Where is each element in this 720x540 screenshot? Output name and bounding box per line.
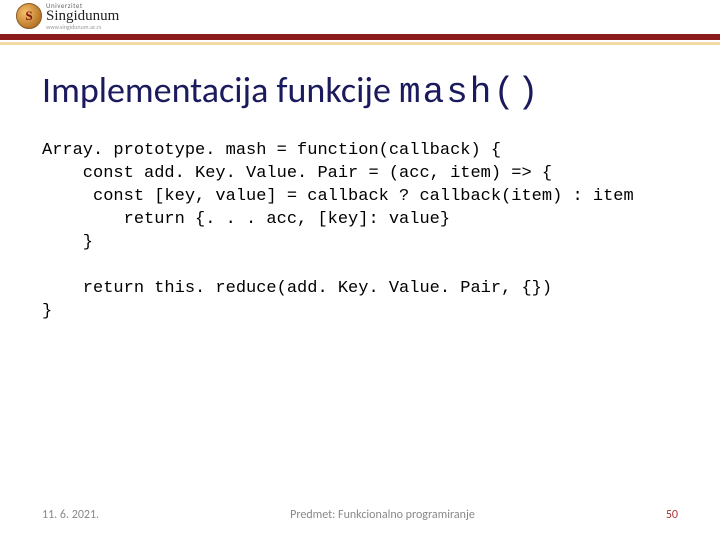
logo-url: www.singidunum.ac.rs	[46, 24, 119, 30]
title-prefix: Implementacija funkcije	[42, 68, 399, 112]
code-block: Array. prototype. mash = function(callba…	[42, 140, 700, 324]
university-logo: S Univerzitet Singidunum www.singidunum.…	[16, 2, 119, 30]
logo-university-name: Singidunum	[46, 9, 119, 24]
code-line: }	[42, 233, 93, 252]
title-function-name: mash()	[399, 72, 541, 113]
slide-title: Implementacija funkcije mash()	[42, 68, 541, 113]
footer-date: 11. 6. 2021.	[42, 508, 99, 522]
logo-text-block: Univerzitet Singidunum www.singidunum.ac…	[46, 2, 119, 30]
slide-footer: 11. 6. 2021. Predmet: Funkcionalno progr…	[0, 508, 720, 522]
code-line: return this. reduce(add. Key. Value. Pai…	[42, 279, 552, 298]
code-line: Array. prototype. mash = function(callba…	[42, 141, 501, 160]
footer-page-number: 50	[666, 508, 678, 522]
code-line: const [key, value] = callback ? callback…	[42, 187, 634, 206]
footer-subject: Predmet: Funkcionalno programiranje	[290, 508, 475, 522]
header-accent-bar	[0, 34, 720, 40]
code-line: const add. Key. Value. Pair = (acc, item…	[42, 164, 552, 183]
logo-letter: S	[25, 8, 32, 24]
code-line: }	[42, 302, 52, 321]
logo-emblem: S	[16, 3, 42, 29]
code-line: return {. . . acc, [key]: value}	[42, 210, 450, 229]
